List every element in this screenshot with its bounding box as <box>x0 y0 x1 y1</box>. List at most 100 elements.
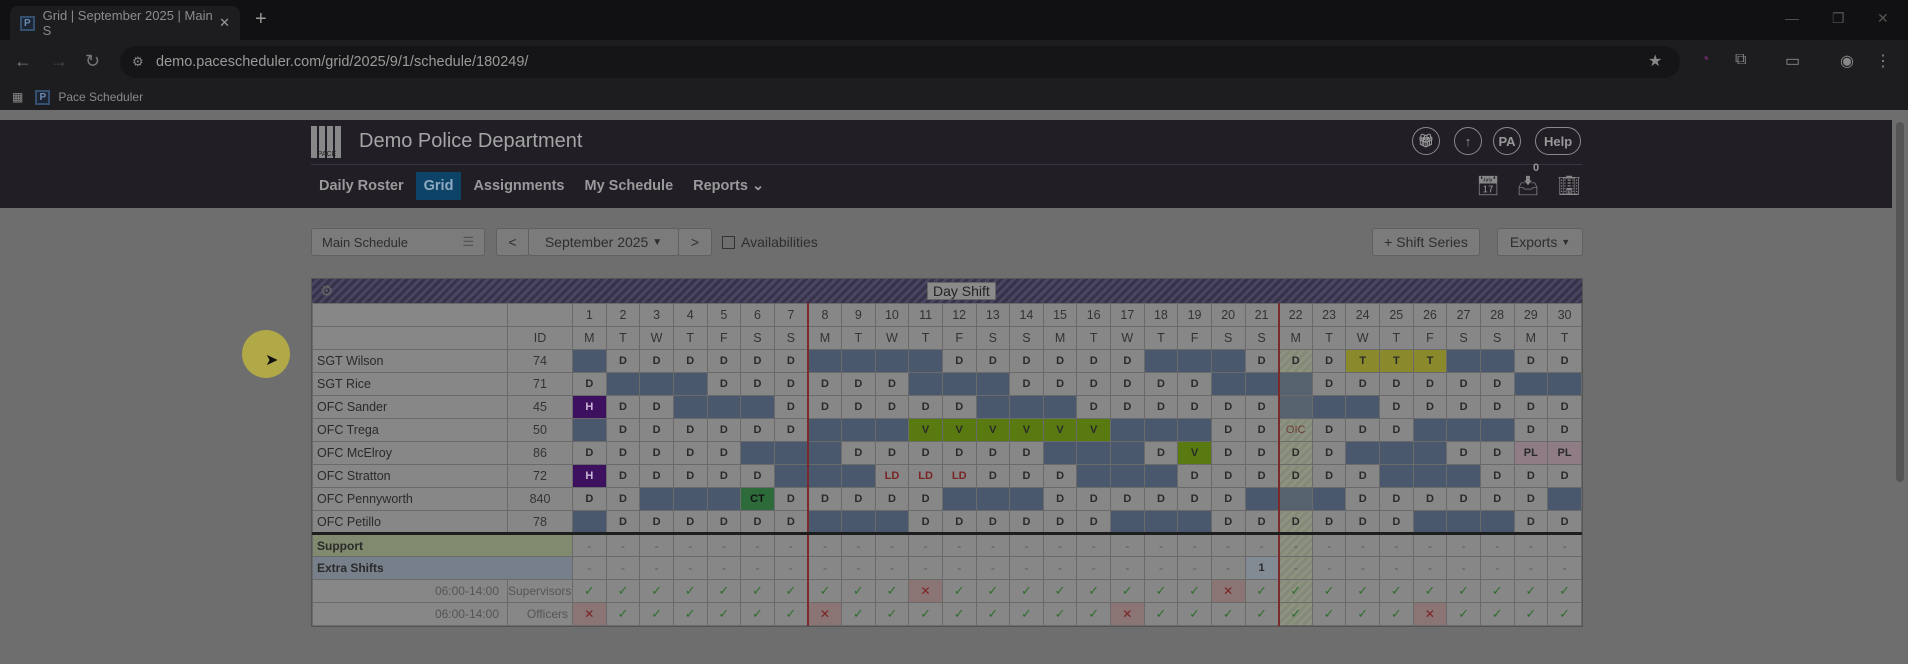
extra-cell[interactable]: - <box>773 556 809 580</box>
shift-cell[interactable] <box>1110 464 1145 488</box>
shift-cell[interactable]: D <box>1513 464 1549 488</box>
shift-cell[interactable] <box>1042 395 1078 419</box>
shift-cell[interactable]: D <box>1412 395 1448 419</box>
shift-cell[interactable] <box>908 372 943 396</box>
shift-cell[interactable] <box>975 487 1011 511</box>
extra-cell[interactable]: - <box>1042 556 1078 580</box>
shift-cell[interactable] <box>1446 349 1481 373</box>
shift-cell[interactable]: D <box>740 464 775 488</box>
extra-cell[interactable]: - <box>1479 556 1515 580</box>
shift-cell[interactable] <box>1412 418 1448 442</box>
extra-cell[interactable]: - <box>908 556 943 580</box>
browser-tab[interactable]: P Grid | September 2025 | Main S ✕ <box>10 6 240 40</box>
shift-cell[interactable]: D <box>773 487 809 511</box>
shift-cell[interactable] <box>1547 372 1582 396</box>
day-number-header[interactable]: 30 <box>1547 303 1582 327</box>
restore-icon[interactable]: ❐ <box>1832 10 1845 27</box>
shift-cell[interactable]: OIC <box>1277 418 1313 442</box>
sidepanel-icon[interactable]: ▭ <box>1785 51 1800 71</box>
shift-cell[interactable] <box>1479 349 1515 373</box>
shift-cell[interactable]: D <box>1277 510 1313 534</box>
support-cell[interactable]: - <box>605 532 641 557</box>
shift-cell[interactable]: D <box>841 372 876 396</box>
shift-cell[interactable]: D <box>975 510 1011 534</box>
shift-cell[interactable] <box>1446 510 1481 534</box>
shift-cell[interactable]: D <box>1513 395 1549 419</box>
support-cell[interactable]: - <box>1479 532 1515 557</box>
extensions-puzzle-icon[interactable]: ⧉ <box>1735 51 1746 69</box>
shift-cell[interactable]: D <box>941 395 977 419</box>
new-tab-icon[interactable]: + <box>255 8 267 31</box>
next-month-button[interactable]: > <box>678 228 712 256</box>
shift-cell[interactable]: D <box>1446 441 1481 465</box>
shift-cell[interactable]: D <box>1345 418 1380 442</box>
support-cell[interactable]: - <box>1277 532 1313 557</box>
shift-cell[interactable] <box>572 418 607 442</box>
shift-cell[interactable] <box>740 441 775 465</box>
shift-cell[interactable]: LD <box>874 464 910 488</box>
shift-cell[interactable]: D <box>1009 372 1044 396</box>
shift-cell[interactable]: D <box>1244 395 1280 419</box>
shift-cell[interactable]: V <box>1009 418 1044 442</box>
support-cell[interactable]: - <box>1143 532 1179 557</box>
support-cell[interactable]: - <box>1177 532 1212 557</box>
shift-cell[interactable]: D <box>706 349 742 373</box>
shift-cell[interactable]: D <box>1110 487 1145 511</box>
shift-cell[interactable] <box>572 510 607 534</box>
shift-cell[interactable] <box>1513 372 1549 396</box>
shift-cell[interactable]: D <box>605 487 641 511</box>
shift-cell[interactable]: D <box>1513 349 1549 373</box>
shift-cell[interactable]: D <box>806 395 842 419</box>
shift-cell[interactable]: D <box>639 441 674 465</box>
shift-cell[interactable]: D <box>672 510 708 534</box>
shift-cell[interactable]: T <box>1345 349 1380 373</box>
shift-cell[interactable] <box>1244 372 1280 396</box>
shift-cell[interactable]: D <box>1345 510 1380 534</box>
shift-cell[interactable]: D <box>1177 372 1212 396</box>
day-number-header[interactable]: 23 <box>1311 303 1347 327</box>
day-number-header[interactable]: 25 <box>1379 303 1414 327</box>
shift-cell[interactable]: D <box>605 349 641 373</box>
shift-cell[interactable]: D <box>1311 372 1347 396</box>
shift-cell[interactable] <box>1412 441 1448 465</box>
shift-cell[interactable] <box>1143 418 1179 442</box>
shift-cell[interactable] <box>1177 418 1212 442</box>
shift-cell[interactable]: D <box>672 418 708 442</box>
shift-cell[interactable] <box>1446 464 1481 488</box>
shift-cell[interactable]: LD <box>941 464 977 488</box>
shift-cell[interactable]: D <box>773 395 809 419</box>
shift-cell[interactable]: D <box>672 464 708 488</box>
shift-cell[interactable]: D <box>841 441 876 465</box>
shift-cell[interactable]: D <box>605 395 641 419</box>
shift-cell[interactable] <box>1379 464 1414 488</box>
day-number-header[interactable]: 8 <box>806 303 842 327</box>
day-number-header[interactable]: 14 <box>1009 303 1044 327</box>
support-cell[interactable]: - <box>773 532 809 557</box>
day-number-header[interactable]: 29 <box>1513 303 1549 327</box>
shift-cell[interactable]: V <box>1177 441 1212 465</box>
shift-cell[interactable]: D <box>740 372 775 396</box>
shift-cell[interactable]: D <box>1277 349 1313 373</box>
shift-cell[interactable]: D <box>806 487 842 511</box>
shift-cell[interactable]: D <box>1042 510 1078 534</box>
shift-cell[interactable]: H <box>572 395 607 419</box>
shift-cell[interactable]: D <box>1177 395 1212 419</box>
shift-cell[interactable]: D <box>1513 510 1549 534</box>
shift-cell[interactable]: D <box>874 441 910 465</box>
support-cell[interactable]: - <box>1379 532 1414 557</box>
shift-cell[interactable]: D <box>1210 510 1246 534</box>
shift-cell[interactable]: D <box>1379 395 1414 419</box>
shift-cell[interactable]: D <box>1547 510 1582 534</box>
extra-cell[interactable]: 1 <box>1244 556 1280 580</box>
extra-cell[interactable]: - <box>706 556 742 580</box>
user-avatar-button[interactable]: PA <box>1493 127 1521 155</box>
support-cell[interactable]: - <box>572 532 607 557</box>
day-number-header[interactable]: 3 <box>639 303 674 327</box>
day-number-header[interactable]: 24 <box>1345 303 1380 327</box>
minimize-icon[interactable]: — <box>1785 10 1799 26</box>
employee-name[interactable]: OFC Pennyworth <box>312 487 508 511</box>
shift-cell[interactable]: D <box>1479 372 1515 396</box>
shift-cell[interactable] <box>806 418 842 442</box>
day-number-header[interactable]: 18 <box>1143 303 1179 327</box>
shift-cell[interactable] <box>841 418 876 442</box>
